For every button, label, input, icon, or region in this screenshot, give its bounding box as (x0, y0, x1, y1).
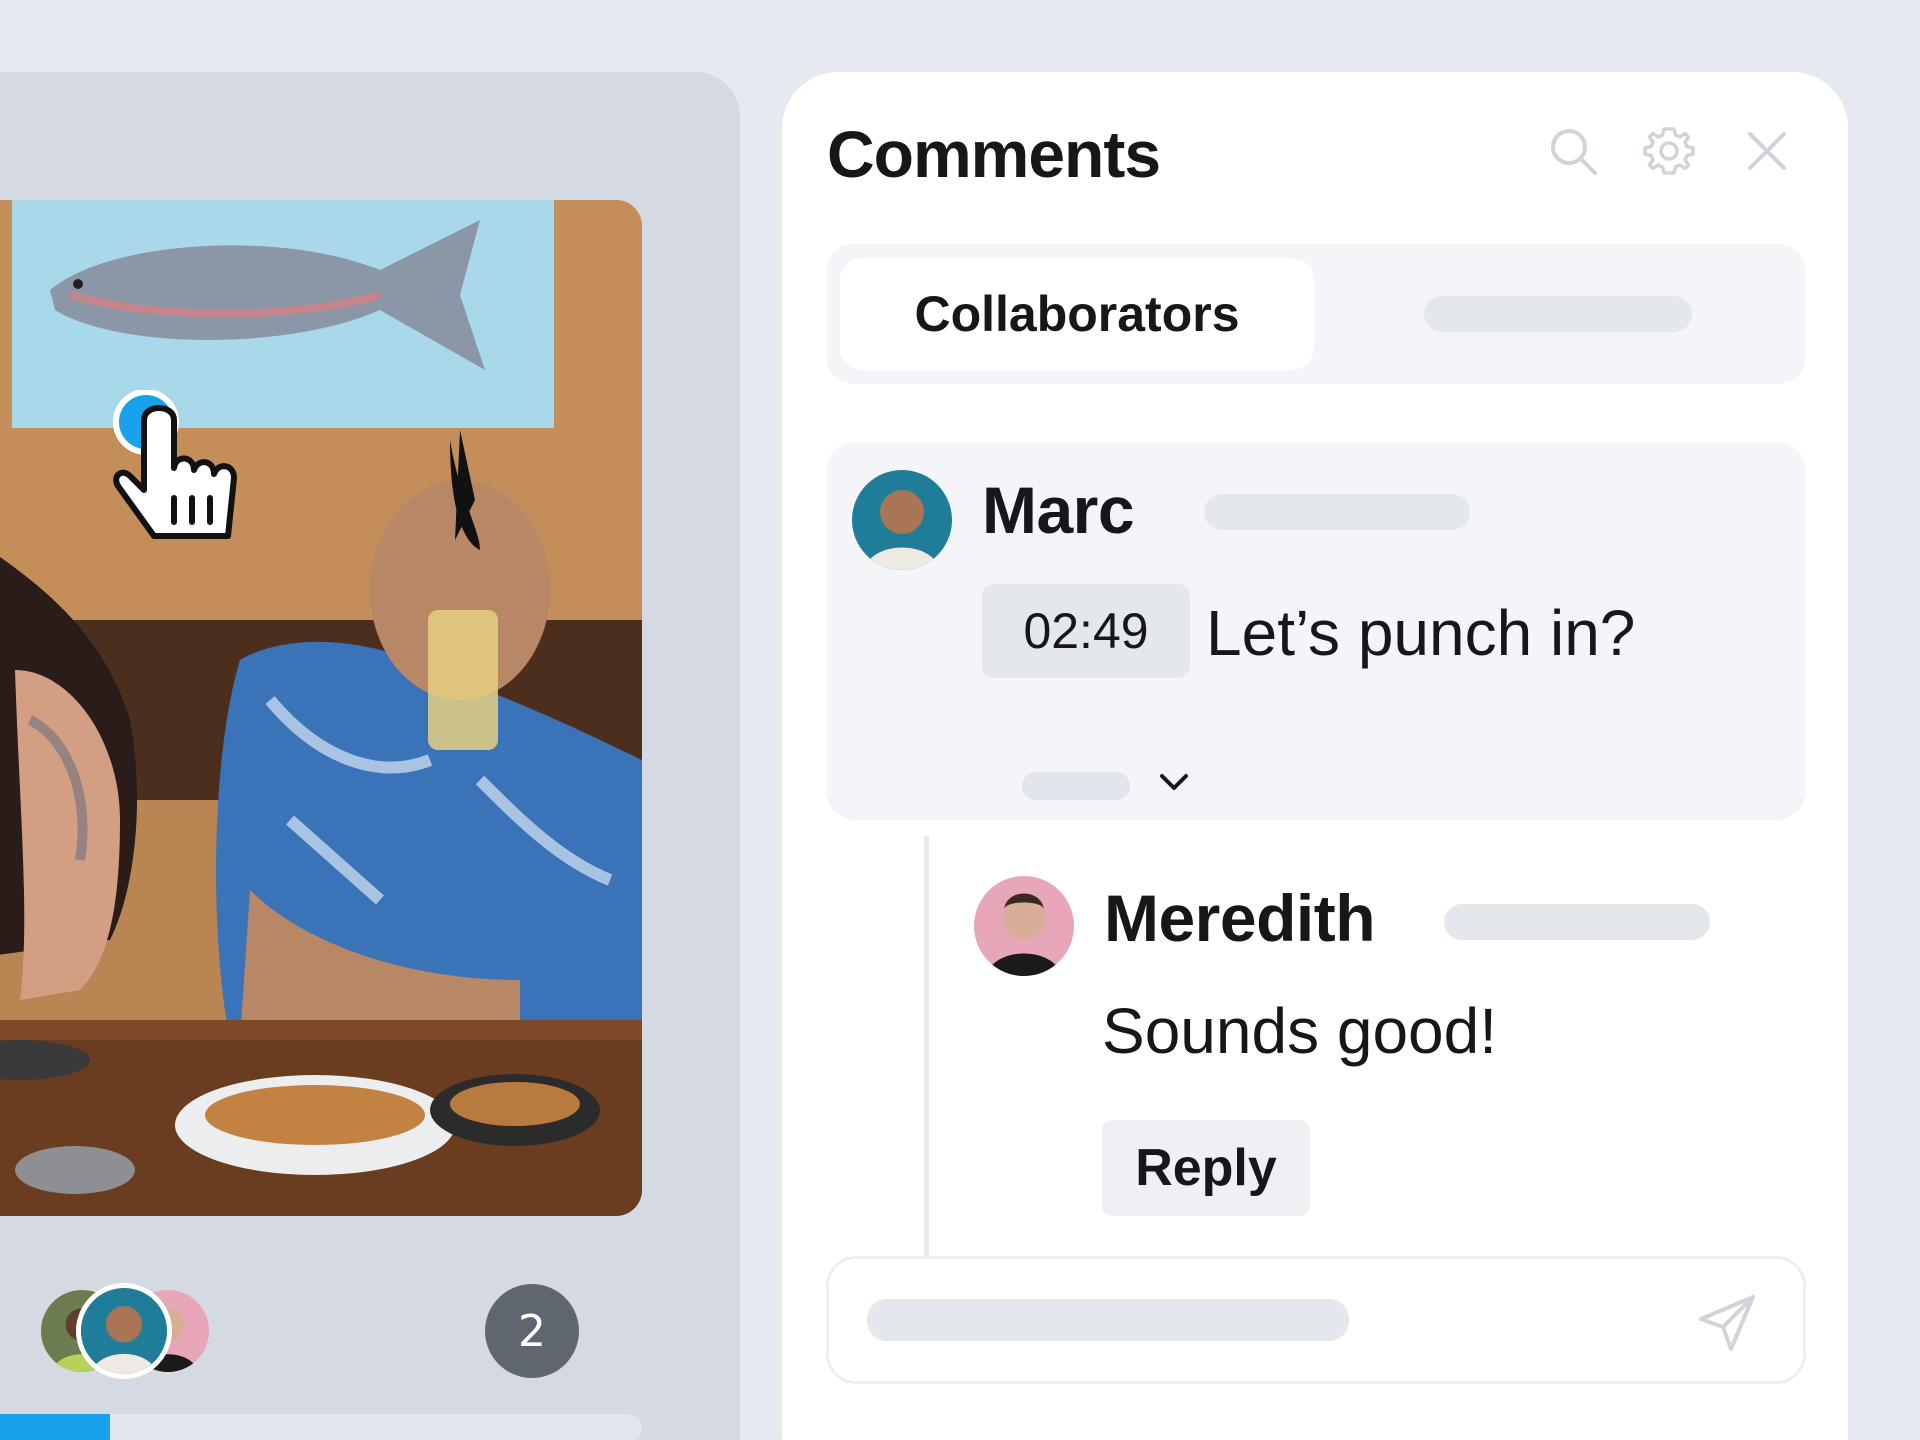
tab-collaborators[interactable]: Collaborators (840, 258, 1314, 370)
timestamp-chip[interactable]: 02:49 (982, 584, 1190, 678)
gear-icon[interactable] (1642, 124, 1696, 178)
viewer-count-badge[interactable]: 2 (485, 1284, 579, 1378)
composer-input-placeholder[interactable] (867, 1299, 1349, 1341)
thread-line (924, 836, 929, 1298)
video-frame[interactable] (0, 200, 642, 1216)
video-panel: 2 (0, 72, 740, 1440)
meta-placeholder (1204, 494, 1470, 530)
panel-title: Comments (827, 117, 1161, 191)
pointer-cursor-icon (110, 389, 240, 540)
tab-bar: Collaborators (826, 244, 1806, 384)
avatar (974, 876, 1074, 976)
replies-toggle-placeholder[interactable] (1022, 772, 1130, 800)
search-icon[interactable] (1546, 124, 1600, 178)
app-stage: 2 Comments Collaborators Marc 02:49 Let’… (0, 0, 1920, 1440)
viewer-avatar-stack[interactable] (36, 1283, 226, 1379)
chevron-down-icon[interactable] (1154, 762, 1194, 802)
video-still-image (0, 200, 642, 1216)
comment-text: Let’s punch in? (1206, 597, 1636, 669)
comment-composer[interactable] (826, 1256, 1806, 1384)
reply-button[interactable]: Reply (1102, 1120, 1310, 1216)
reply-author: Meredith (1104, 881, 1376, 955)
comments-panel: Comments Collaborators Marc 02:49 Let’s … (782, 72, 1848, 1440)
progress-fill (0, 1414, 111, 1440)
viewer-avatar (76, 1283, 172, 1379)
avatar (852, 470, 952, 570)
reply-text: Sounds good! (1102, 995, 1497, 1067)
meta-placeholder (1444, 904, 1710, 940)
comment-card: Marc 02:49 Let’s punch in? (826, 442, 1806, 820)
tab-placeholder[interactable] (1424, 296, 1692, 332)
send-icon[interactable] (1693, 1287, 1763, 1357)
close-icon[interactable] (1740, 124, 1794, 178)
comment-author: Marc (982, 473, 1135, 547)
